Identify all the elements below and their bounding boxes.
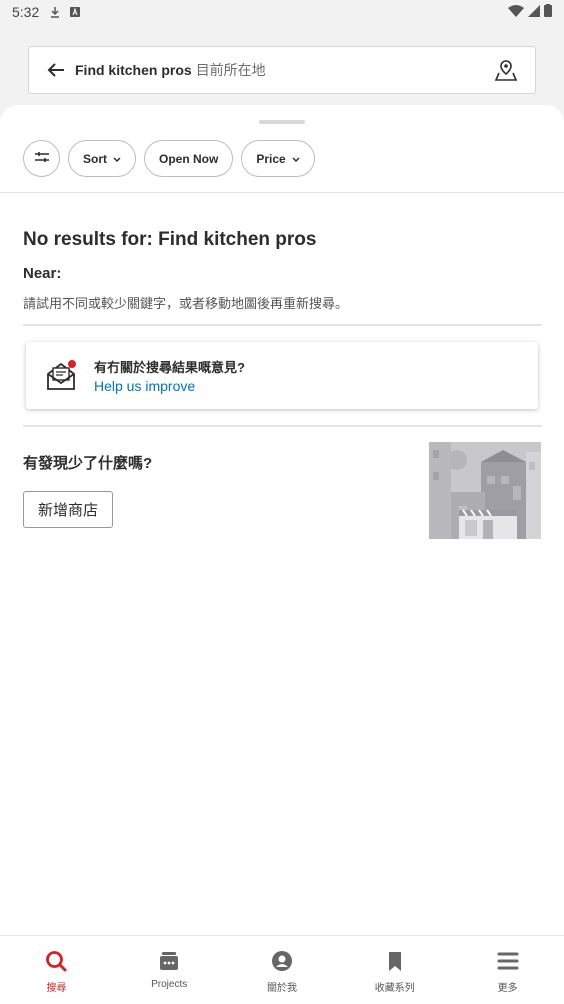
filters-button[interactable] (23, 140, 60, 177)
feedback-link[interactable]: Help us improve (94, 378, 245, 394)
section-divider (23, 324, 542, 326)
nav-search-label: 搜尋 (46, 983, 67, 994)
map-pin-icon[interactable] (493, 57, 519, 83)
price-chip-label: Price (256, 151, 286, 166)
sliders-icon (34, 151, 49, 166)
results-sheet: Sort Open Now Price No results for: Find… (0, 105, 564, 935)
status-time: 5:32 (12, 4, 40, 20)
menu-icon (496, 949, 520, 973)
feedback-question: 有冇關於搜尋結果嘅意見? (94, 360, 245, 375)
battery-icon (544, 4, 552, 20)
back-arrow-icon[interactable] (45, 59, 67, 81)
bookmark-icon (383, 949, 407, 973)
projects-icon (157, 949, 181, 973)
nav-profile-label: 關於我 (266, 983, 297, 994)
storefront-illustration (429, 442, 541, 539)
missing-title: 有發現少了什麼嗎? (23, 455, 153, 472)
chevron-down-icon (113, 152, 121, 166)
filter-divider (0, 192, 564, 193)
location-field[interactable]: 目前所在地 (196, 60, 266, 80)
section-divider (23, 425, 542, 427)
nav-search[interactable]: 搜尋 (0, 936, 113, 1004)
nav-projects-label: Projects (151, 979, 188, 990)
open-now-chip-label: Open Now (159, 151, 219, 166)
filter-bar: Sort Open Now Price (23, 140, 315, 177)
nav-profile[interactable]: 關於我 (226, 936, 339, 1004)
feedback-mail-icon (44, 359, 78, 393)
status-bar: 5:32 (0, 0, 564, 24)
sort-chip-label: Sort (83, 151, 107, 166)
nav-more[interactable]: 更多 (451, 936, 564, 1004)
bottom-nav: 搜尋 Projects 關於我 收藏系列 更多 (0, 935, 564, 1004)
no-results-heading: No results for: Find kitchen pros (23, 229, 317, 250)
download-icon (49, 6, 61, 18)
wifi-icon (508, 4, 524, 20)
feedback-card[interactable]: 有冇關於搜尋結果嘅意見? Help us improve (26, 342, 538, 409)
profile-icon (270, 949, 294, 973)
nav-collections-label: 收藏系列 (374, 983, 415, 994)
app-notification-icon (69, 6, 81, 18)
chevron-down-icon (292, 152, 300, 166)
search-hint: 請試用不同或較少關鍵字，或者移動地圖後再重新搜尋。 (23, 296, 349, 311)
search-query[interactable]: Find kitchen pros (75, 62, 192, 78)
add-business-button[interactable]: 新增商店 (23, 491, 113, 528)
sheet-drag-handle[interactable] (259, 120, 305, 124)
nav-more-label: 更多 (497, 983, 518, 994)
open-now-chip[interactable]: Open Now (144, 140, 234, 177)
search-bar[interactable]: Find kitchen pros 目前所在地 (28, 46, 536, 94)
nav-collections[interactable]: 收藏系列 (338, 936, 451, 1004)
search-icon (44, 949, 68, 973)
near-label: Near: (23, 265, 62, 282)
sort-chip[interactable]: Sort (68, 140, 136, 177)
signal-icon (528, 4, 540, 20)
price-chip[interactable]: Price (241, 140, 315, 177)
nav-projects[interactable]: Projects (113, 936, 226, 1004)
